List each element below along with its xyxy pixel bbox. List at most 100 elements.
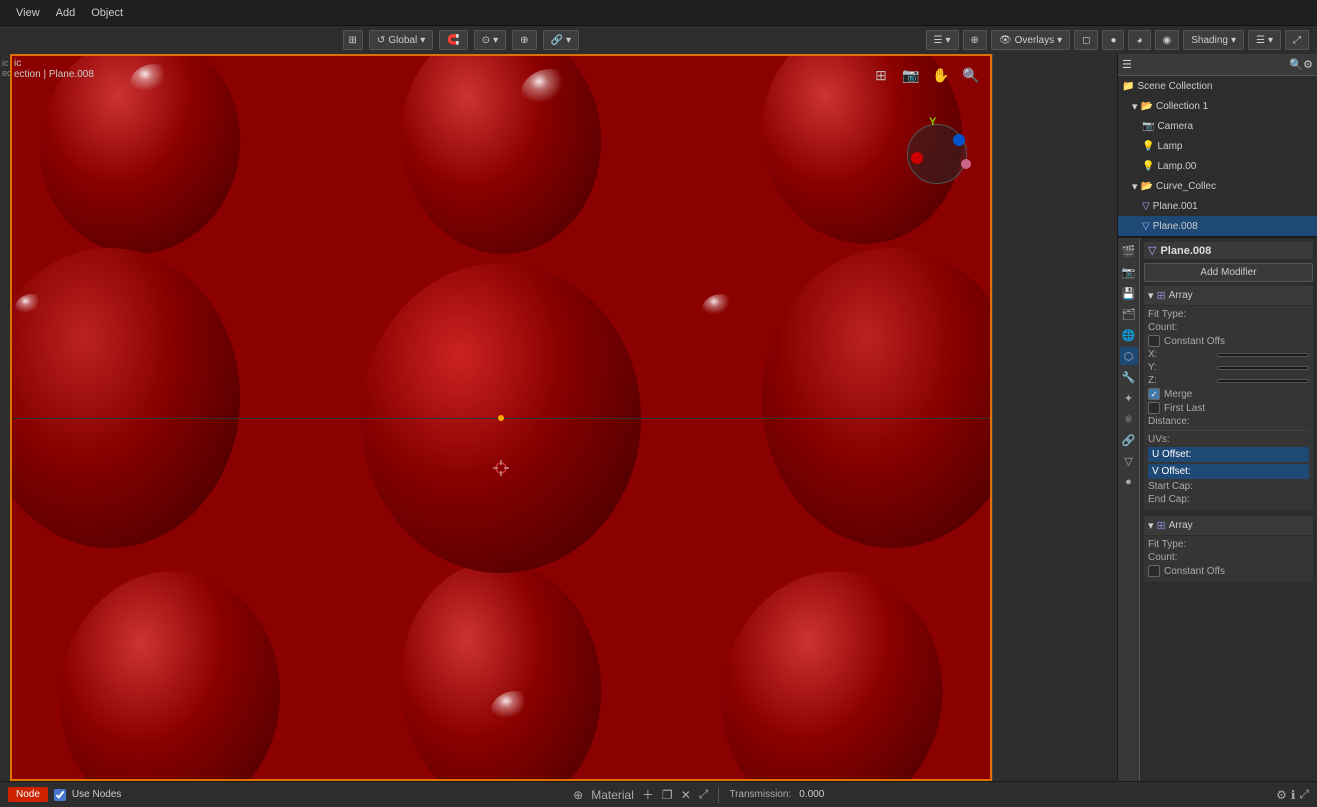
z-row: Z:	[1148, 375, 1309, 386]
outliner-lamp1[interactable]: 💡 Lamp	[1118, 136, 1317, 156]
object-name-label: Plane.008	[1160, 245, 1211, 257]
transmission-value: 0.000	[799, 789, 824, 800]
start-cap-label: Start Cap:	[1148, 481, 1213, 492]
bottom-left: Node Use Nodes	[8, 787, 121, 802]
snap-button[interactable]: 🧲	[439, 30, 467, 50]
transform-orientation[interactable]: ↺ Global ▾	[369, 30, 433, 50]
outliner-header-icon1: ☰	[1122, 58, 1132, 71]
prop-modifier-icon[interactable]: 🔧	[1120, 368, 1138, 386]
z-value[interactable]	[1217, 379, 1309, 383]
u-offset-row[interactable]: U Offset:	[1148, 447, 1309, 462]
pivot-button[interactable]: ⊕	[512, 30, 536, 50]
nav-object[interactable]: Object	[83, 5, 131, 21]
prop-view-layer-icon[interactable]: 🗂	[1120, 305, 1138, 323]
prop-object-data-icon[interactable]: ▽	[1120, 452, 1138, 470]
camera-label: Camera	[1157, 121, 1193, 132]
toolbar-center: ⊞ ↺ Global ▾ 🧲 ⊙ ▾ ⊕ 🔗 ▾	[8, 30, 914, 50]
shading-btn[interactable]: Shading ▾	[1183, 30, 1244, 50]
array1-type-icon: ⊞	[1157, 289, 1166, 302]
array1-header[interactable]: ▾ ⊞ Array	[1144, 286, 1313, 305]
camera-icon: 📷	[1142, 121, 1154, 132]
add-modifier-button[interactable]: Add Modifier	[1144, 263, 1313, 282]
outliner-curve-collection[interactable]: ▾ 📂 Curve_Collec	[1118, 176, 1317, 196]
transform-icon: ↺	[377, 35, 385, 46]
zoom-icon[interactable]: 🔍	[960, 64, 982, 86]
y-value[interactable]	[1217, 366, 1309, 370]
nav-view[interactable]: View	[8, 5, 48, 21]
outliner-plane008[interactable]: ▽ Plane.008	[1118, 216, 1317, 236]
link-chevron: ▾	[566, 35, 571, 46]
prop-world-icon[interactable]: 🌐	[1120, 326, 1138, 344]
properties-icon-bar: 🎬 📷 💾 🗂 🌐 ⬡ 🔧 ✦ ⚛ 🔗 ▽ ●	[1118, 238, 1140, 781]
mode-selector[interactable]: ⊞	[343, 30, 363, 50]
array2-constant-checkbox[interactable]	[1148, 565, 1160, 577]
outliner-panel: ☰ 🔍 ⚙ 📁 Scene Collection ▾ 📂 Collection …	[1118, 54, 1317, 238]
toolbar-right: ☰ ▾ ⊕ 👁 Overlays ▾ ◻ ● ◕ ◉ Shading ▾	[926, 30, 1309, 50]
x-value[interactable]	[1217, 353, 1309, 357]
end-cap-row: End Cap:	[1148, 494, 1309, 505]
outliner-collection1[interactable]: ▾ 📂 Collection 1	[1118, 96, 1317, 116]
delete-material-icon[interactable]: ✕	[681, 788, 691, 802]
prop-material-icon[interactable]: ●	[1120, 473, 1138, 491]
solid-btn[interactable]: ●	[1102, 30, 1124, 50]
transmission-label: Transmission:	[729, 789, 791, 800]
proportional-button[interactable]: ⊙ ▾	[474, 30, 506, 50]
copy-material-icon[interactable]: ❐	[662, 788, 673, 802]
collection1-icon: 📂	[1141, 101, 1153, 112]
bottom-expand-icon[interactable]: ⤢	[1299, 787, 1309, 802]
array2-fit-type-label: Fit Type:	[1148, 539, 1213, 550]
y-label: Y:	[1148, 362, 1213, 373]
prop-object-icon[interactable]: ⬡	[1120, 347, 1138, 365]
viewport[interactable]: ic ection | Plane.008	[10, 54, 992, 781]
u-offset-label: U Offset:	[1152, 449, 1191, 460]
grid-view-icon[interactable]: ⊞	[870, 64, 892, 86]
camera-icon[interactable]: 📷	[900, 64, 922, 86]
prop-output-icon[interactable]: 💾	[1120, 284, 1138, 302]
use-nodes-checkbox[interactable]	[54, 789, 66, 801]
hand-icon[interactable]: ✋	[930, 64, 952, 86]
wireframe-btn[interactable]: ◻	[1074, 30, 1098, 50]
gizmo-icon: ⊕	[971, 35, 979, 46]
constant-offset-checkbox[interactable]	[1148, 335, 1160, 347]
overlays-chevron: ▾	[1057, 35, 1062, 46]
first-last-checkbox[interactable]	[1148, 402, 1160, 414]
prop-constraints-icon[interactable]: 🔗	[1120, 431, 1138, 449]
count-label: Count:	[1148, 322, 1213, 333]
add-material-icon[interactable]: ＋	[642, 786, 654, 803]
overlays-label: Overlays	[1015, 35, 1054, 46]
prop-particles-icon[interactable]: ✦	[1120, 389, 1138, 407]
array2-count-label: Count:	[1148, 552, 1213, 563]
fit-type-label: Fit Type:	[1148, 309, 1213, 320]
outliner-lamp2[interactable]: 💡 Lamp.00	[1118, 156, 1317, 176]
overlays-btn[interactable]: 👁 Overlays ▾	[991, 30, 1070, 50]
array2-body: Fit Type: Count: Constant Offs	[1144, 536, 1313, 582]
share-material-icon[interactable]: ⤢	[699, 787, 709, 802]
array1-divider	[1148, 430, 1309, 431]
prop-scene-icon[interactable]: 🎬	[1120, 242, 1138, 260]
prop-physics-icon[interactable]: ⚛	[1120, 410, 1138, 428]
3d-cursor[interactable]	[492, 459, 510, 477]
viewport-gizmo[interactable]: Y	[897, 114, 977, 194]
material-preview-btn[interactable]: ◕	[1128, 30, 1150, 50]
prop-render-icon[interactable]: 📷	[1120, 263, 1138, 281]
editor-type-icon[interactable]: ⊕	[573, 788, 583, 802]
fullscreen-btn[interactable]: ⤢	[1285, 30, 1309, 50]
gizmo-btn[interactable]: ⊕	[963, 30, 987, 50]
array2-header[interactable]: ▾ ⊞ Array	[1144, 516, 1313, 535]
viewport-display-btn[interactable]: ☰ ▾	[926, 30, 959, 50]
proportional-icon: ⊙	[482, 35, 490, 46]
engine-button[interactable]: Node	[8, 787, 48, 802]
bottom-info-icon[interactable]: ℹ	[1291, 788, 1296, 802]
outliner-plane001[interactable]: ▽ Plane.001	[1118, 196, 1317, 216]
fullscreen-icon: ⤢	[1293, 35, 1301, 46]
outliner-camera[interactable]: 📷 Camera	[1118, 116, 1317, 136]
v-offset-row[interactable]: V Offset:	[1148, 464, 1309, 479]
editor-type-btn[interactable]: ☰ ▾	[1248, 30, 1281, 50]
bottom-settings-icon[interactable]: ⚙	[1276, 788, 1287, 802]
merge-checkbox[interactable]	[1148, 388, 1160, 400]
rendered-btn[interactable]: ◉	[1155, 30, 1180, 50]
nav-add[interactable]: Add	[48, 5, 84, 21]
link-button[interactable]: 🔗 ▾	[543, 30, 579, 50]
end-cap-label: End Cap:	[1148, 494, 1213, 505]
outliner-scene-collection[interactable]: 📁 Scene Collection	[1118, 76, 1317, 96]
